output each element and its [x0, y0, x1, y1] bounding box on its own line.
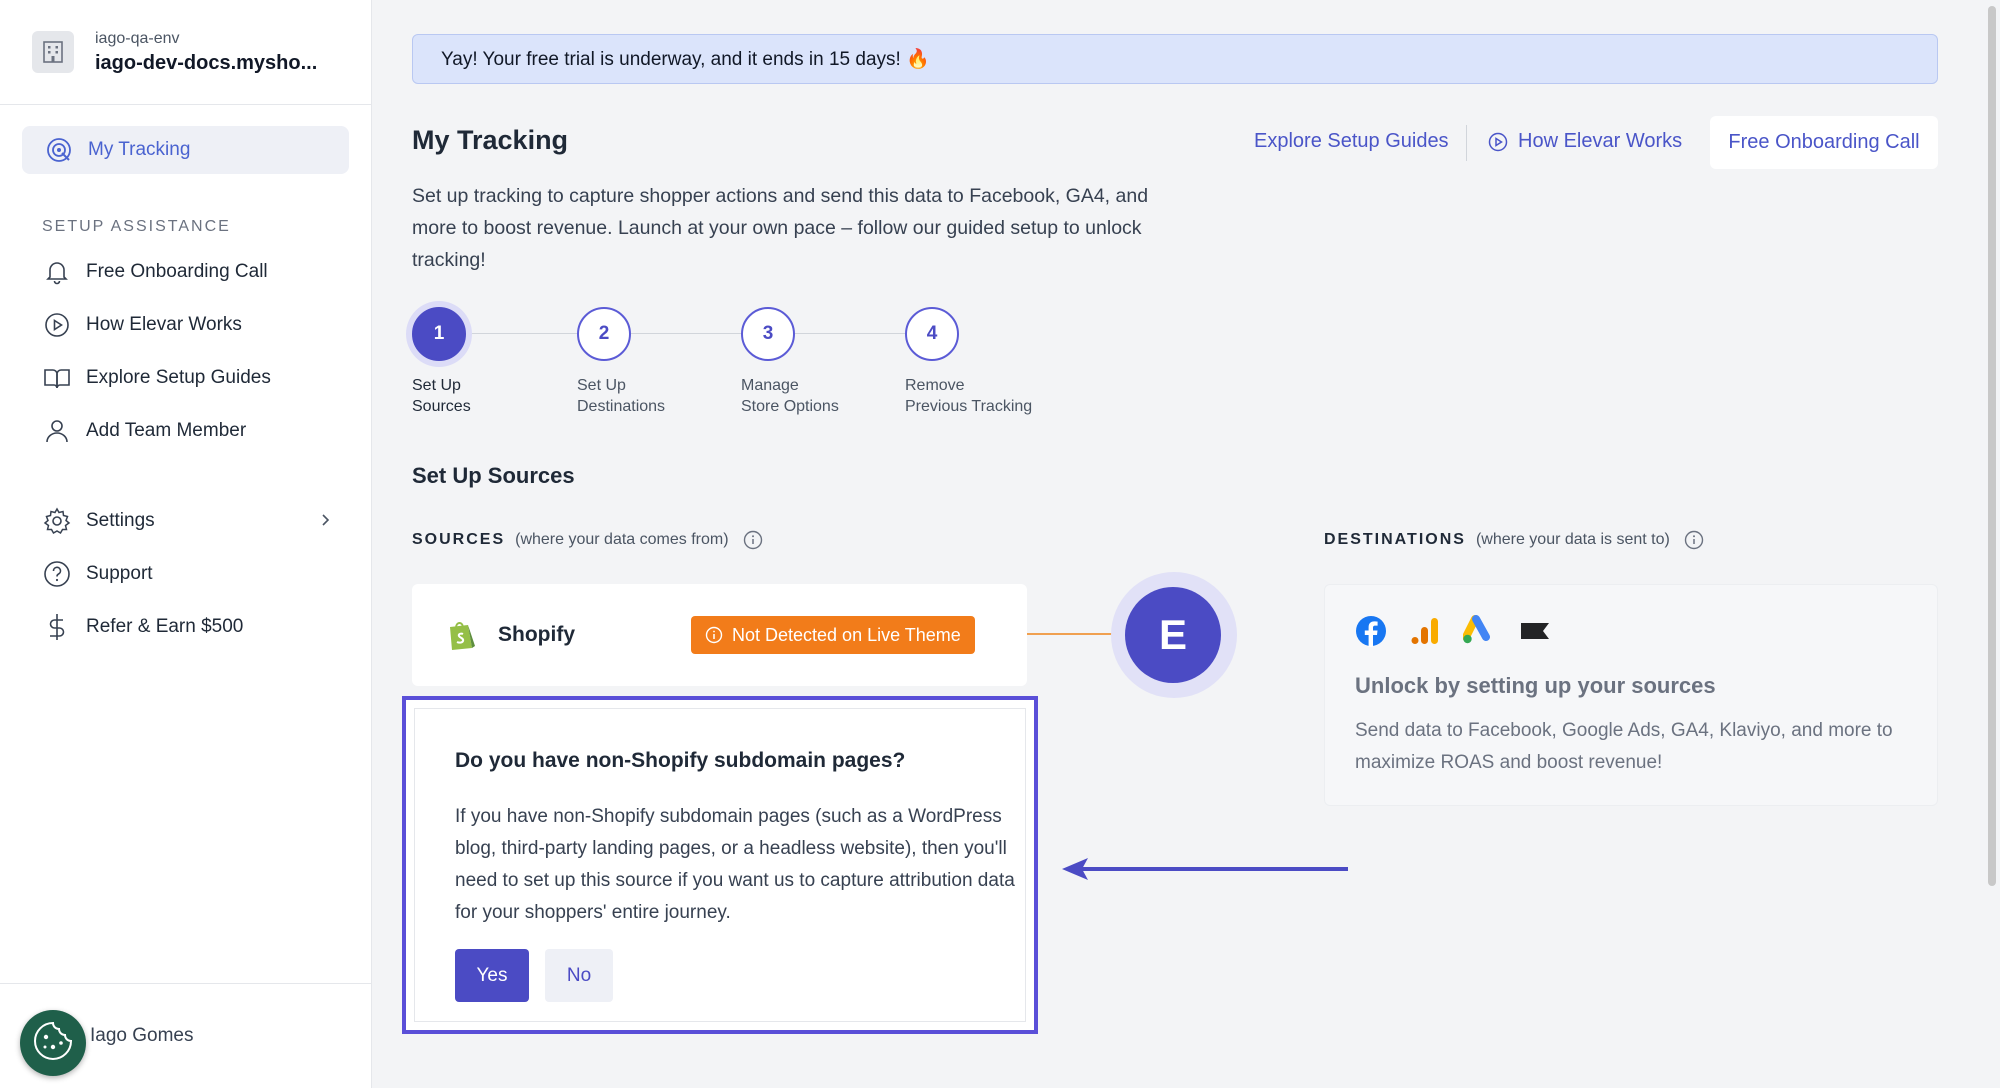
tracking-target-icon: [44, 135, 74, 165]
play-circle-icon: [1488, 132, 1508, 152]
sidebar: iago-qa-env iago-dev-docs.mysho... My Tr…: [0, 0, 372, 1088]
destinations-label: DESTINATIONS: [1324, 531, 1466, 548]
info-icon[interactable]: [1684, 530, 1704, 550]
sidebar-item-refer-earn[interactable]: Refer & Earn $500: [42, 607, 332, 647]
scrollbar-thumb[interactable]: [1988, 6, 1996, 886]
warning-info-icon: [705, 626, 723, 644]
step-label-line: Store Options: [741, 398, 839, 415]
step-label-line: Sources: [412, 398, 471, 415]
source-name: Shopify: [498, 623, 575, 646]
how-elevar-works-link[interactable]: How Elevar Works: [1488, 130, 1682, 153]
yes-button[interactable]: Yes: [455, 949, 529, 1002]
section-title: Set Up Sources: [412, 463, 575, 488]
sources-heading: SOURCES (where your data comes from): [412, 530, 763, 550]
sidebar-item-label: Explore Setup Guides: [86, 367, 271, 388]
user-icon: [42, 416, 72, 446]
klaviyo-flag-icon: [1519, 615, 1551, 652]
step-4-label: Remove Previous Tracking: [905, 375, 1032, 417]
badge-label: Not Detected on Live Theme: [732, 624, 961, 645]
link-divider: [1466, 125, 1467, 161]
subdomain-question-card: Do you have non-Shopify subdomain pages?…: [402, 696, 1038, 1034]
sidebar-item-label: Settings: [86, 510, 155, 531]
page-title: My Tracking: [412, 125, 569, 155]
step-4-circle[interactable]: 4: [905, 307, 959, 361]
store-name: iago-dev-docs.mysho...: [95, 51, 318, 74]
no-button[interactable]: No: [545, 949, 613, 1002]
step-1-circle[interactable]: 1: [412, 307, 466, 361]
sidebar-item-my-tracking[interactable]: My Tracking: [22, 126, 349, 174]
sidebar-item-how-elevar-works[interactable]: How Elevar Works: [42, 305, 332, 345]
sidebar-item-support[interactable]: Support: [42, 554, 332, 594]
cookie-settings-button[interactable]: [20, 1010, 86, 1076]
sources-hint: (where your data comes from): [515, 531, 729, 548]
free-onboarding-call-button[interactable]: Free Onboarding Call: [1710, 116, 1938, 169]
step-1-label: Set Up Sources: [412, 375, 471, 417]
destinations-locked-card: Unlock by setting up your sources Send d…: [1324, 584, 1938, 806]
explore-setup-guides-link[interactable]: Explore Setup Guides: [1254, 130, 1449, 153]
sidebar-item-settings[interactable]: Settings: [42, 501, 332, 541]
store-env: iago-qa-env: [95, 29, 180, 47]
step-label-line: Manage: [741, 377, 799, 394]
source-connector-line: [1027, 633, 1113, 635]
setup-assistance-heading: SETUP ASSISTANCE: [42, 218, 231, 235]
step-2-label: Set Up Destinations: [577, 375, 665, 417]
play-circle-icon: [42, 310, 72, 340]
sidebar-item-label: Refer & Earn $500: [86, 616, 244, 637]
google-ads-icon: [1462, 615, 1497, 652]
step-connector: [631, 333, 743, 334]
store-switcher[interactable]: iago-qa-env iago-dev-docs.mysho...: [0, 0, 372, 105]
intro-text: Set up tracking to capture shopper actio…: [412, 185, 1149, 271]
question-title: Do you have non-Shopify subdomain pages?: [455, 749, 906, 772]
sidebar-item-label: Support: [86, 563, 153, 584]
sidebar-item-label: How Elevar Works: [86, 314, 242, 335]
gear-icon: [42, 506, 72, 536]
destinations-hint: (where your data is sent to): [1475, 531, 1670, 548]
question-text: If you have non-Shopify subdomain pages …: [455, 806, 1015, 923]
destination-icons: [1355, 615, 1551, 652]
annotation-arrow: [1060, 852, 1350, 887]
step-connector: [466, 333, 578, 334]
facebook-icon: [1355, 615, 1387, 652]
destinations-heading: DESTINATIONS (where your data is sent to…: [1324, 530, 1704, 550]
how-elevar-works-label: How Elevar Works: [1518, 130, 1683, 152]
step-label-line: Remove: [905, 377, 965, 394]
sidebar-item-label: Add Team Member: [86, 420, 247, 441]
step-3-label: Manage Store Options: [741, 375, 839, 417]
sidebar-item-label: My Tracking: [88, 139, 191, 160]
step-connector: [795, 333, 907, 334]
step-label-line: Destinations: [577, 398, 666, 415]
sidebar-item-onboarding-call[interactable]: Free Onboarding Call: [42, 252, 332, 292]
not-detected-badge[interactable]: Not Detected on Live Theme: [691, 616, 975, 654]
sidebar-item-setup-guides[interactable]: Explore Setup Guides: [42, 358, 332, 398]
step-3-circle[interactable]: 3: [741, 307, 795, 361]
step-2-circle[interactable]: 2: [577, 307, 631, 361]
sidebar-item-add-team-member[interactable]: Add Team Member: [42, 411, 332, 451]
page-scrollbar[interactable]: [1984, 0, 2000, 1088]
question-circle-icon: [42, 559, 72, 589]
question-card-inner: Do you have non-Shopify subdomain pages?…: [414, 708, 1026, 1022]
book-icon: [42, 363, 72, 393]
sidebar-item-label: Free Onboarding Call: [86, 261, 268, 282]
cookie-icon: [31, 1019, 75, 1068]
trial-banner: Yay! Your free trial is underway, and it…: [412, 34, 1938, 84]
chevron-right-icon: [318, 511, 332, 534]
bell-icon: [42, 257, 72, 287]
store-building-icon: [32, 31, 74, 73]
destinations-title: Unlock by setting up your sources: [1355, 673, 1716, 698]
step-label-line: Set Up: [412, 377, 461, 394]
shopify-source-card[interactable]: Shopify Not Detected on Live Theme: [412, 584, 1027, 686]
user-name[interactable]: Iago Gomes: [90, 1025, 194, 1047]
elevar-hub-logo: E: [1125, 587, 1221, 683]
dollar-icon: [42, 612, 72, 642]
sources-label: SOURCES: [412, 531, 506, 548]
destinations-desc: Send data to Facebook, Google Ads, GA4, …: [1355, 720, 1893, 773]
step-label-line: Previous Tracking: [905, 398, 1033, 415]
info-icon[interactable]: [743, 530, 763, 550]
ga4-analytics-icon: [1409, 615, 1441, 652]
step-label-line: Set Up: [577, 377, 626, 394]
shopify-bag-icon: [446, 619, 476, 651]
